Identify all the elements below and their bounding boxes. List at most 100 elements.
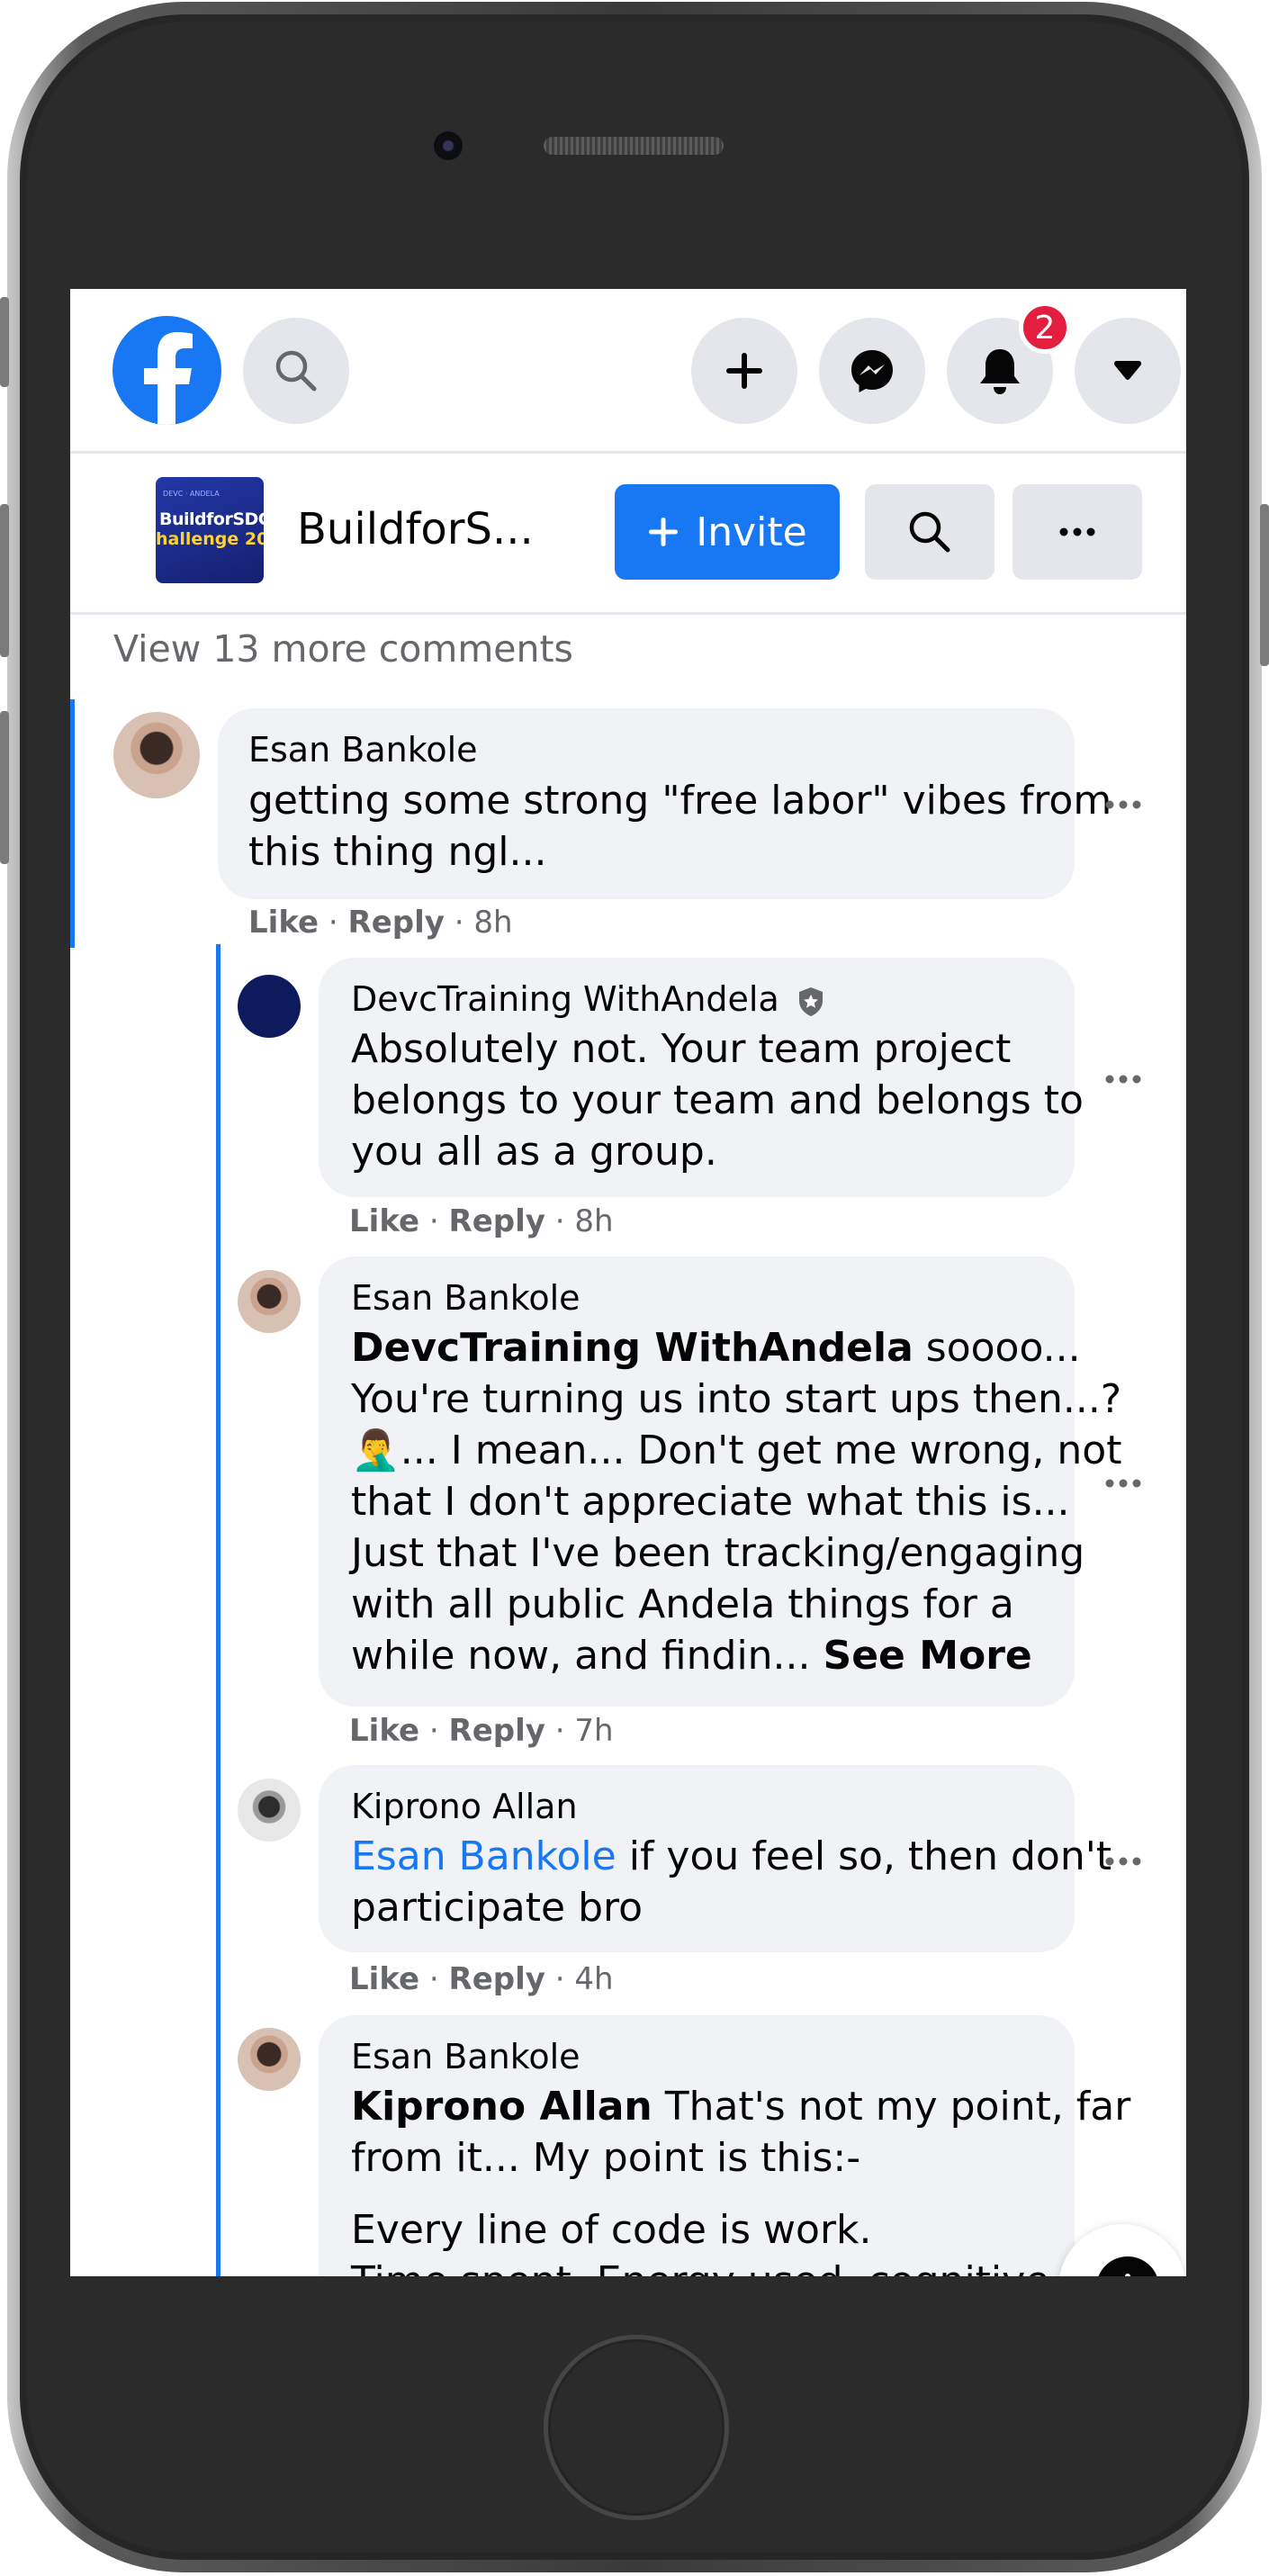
comment-bubble: Esan Bankole DevcTraining WithAndela soo… — [319, 1256, 1121, 1707]
group-thumb-title: BuildforSDG — [159, 509, 264, 529]
plus-icon — [1125, 2274, 1130, 2276]
comment-text: while now, and findin... — [351, 1633, 824, 1679]
search-button[interactable] — [243, 318, 349, 424]
mention-link[interactable]: Esan Bankole — [351, 1833, 616, 1879]
comment-author[interactable]: Esan Bankole — [248, 730, 478, 770]
avatar[interactable] — [238, 2028, 301, 2091]
like-link[interactable]: Like — [349, 1961, 419, 1997]
group-search-button[interactable] — [865, 484, 994, 580]
comment-options-button[interactable] — [1096, 1061, 1150, 1097]
reply-thread-line — [216, 944, 220, 2276]
comment-timestamp[interactable]: 8h — [574, 1203, 613, 1239]
group-cover-thumbnail[interactable]: DEVC · ANDELA BuildforSDG hallenge 2020 — [156, 477, 264, 583]
caret-down-icon — [1114, 361, 1141, 380]
comment-text-line: 🤦‍♂️... I mean... Don't get me wrong, no… — [351, 1428, 1122, 1473]
group-more-button[interactable] — [1012, 484, 1142, 580]
comment-text-line: that I don't appreciate what this is... — [351, 1479, 1070, 1525]
comment-options-button[interactable] — [1096, 1465, 1150, 1501]
comment-options-button[interactable] — [1096, 787, 1150, 823]
comment-text-line: You're turning us into start ups then...… — [351, 1376, 1122, 1422]
group-name[interactable]: BuildforS... — [297, 504, 534, 554]
comment-text-line: getting some strong "free labor" vibes f… — [248, 778, 1112, 824]
comment-author[interactable]: Kiprono Allan — [351, 1787, 578, 1826]
separator: · — [444, 905, 474, 941]
facebook-logo[interactable] — [112, 316, 221, 425]
comment-timestamp[interactable]: 7h — [574, 1713, 613, 1749]
comment-actions: Like · Reply · 8h — [349, 1203, 614, 1239]
see-more-link[interactable]: See More — [824, 1633, 1032, 1679]
comment-author[interactable]: Esan Bankole — [351, 1278, 580, 1318]
avatar[interactable] — [113, 712, 200, 798]
comment-text-line: this thing ngl... — [248, 829, 547, 875]
separator: · — [319, 905, 348, 941]
view-more-comments-link[interactable]: View 13 more comments — [113, 627, 573, 671]
separator: · — [419, 1203, 449, 1239]
floating-action-button[interactable] — [1058, 2224, 1186, 2276]
comment-actions: Like · Reply · 8h — [248, 905, 513, 941]
comment-timestamp[interactable]: 8h — [473, 905, 512, 941]
comment-text-line: while now, and findin... See More — [351, 1630, 1032, 1681]
power-button — [1260, 504, 1269, 666]
like-link[interactable]: Like — [248, 905, 319, 941]
more-dots-icon — [1105, 1479, 1141, 1488]
comment-bubble: Esan Bankole getting some strong "free l… — [218, 708, 1112, 899]
reply-link[interactable]: Reply — [449, 1961, 545, 1997]
app-screen: 2 DEVC · ANDELA BuildforSDG hallenge 202… — [70, 289, 1186, 2276]
comment-bubble: Esan Bankole Kiprono Allan That's not my… — [319, 2015, 1130, 2276]
notifications-count-badge: 2 — [1019, 302, 1071, 354]
invite-button[interactable]: Invite — [615, 484, 840, 580]
comment-text-line: participate bro — [351, 1885, 644, 1931]
comment-text-line: Esan Bankole if you feel so, then don't — [351, 1831, 1112, 1882]
more-dots-icon — [1105, 800, 1141, 809]
search-icon — [909, 511, 950, 553]
comment-text-line: Kiprono Allan That's not my point, far — [351, 2081, 1130, 2132]
comment-options-button[interactable] — [1096, 1843, 1150, 1879]
messenger-icon — [851, 350, 893, 392]
comment-text-line: from it... My point is this:- — [351, 2135, 861, 2181]
separator: · — [544, 1713, 575, 1749]
avatar[interactable] — [238, 1270, 301, 1333]
comment-bubble: Kiprono Allan Esan Bankole if you feel s… — [319, 1765, 1112, 1952]
more-dots-icon — [1059, 527, 1095, 536]
plus-icon — [649, 518, 679, 546]
comment-bubble: DevcTraining WithAndela Absolutely not. … — [319, 958, 1084, 1197]
home-button[interactable] — [544, 2335, 729, 2520]
create-button[interactable] — [691, 318, 797, 424]
plus-icon — [726, 353, 762, 389]
comment-text-line: Just that I've been tracking/engaging — [351, 1530, 1085, 1576]
group-thumb-caption: DEVC · ANDELA — [163, 490, 220, 498]
avatar[interactable] — [238, 1779, 301, 1842]
comment-timestamp[interactable]: 4h — [574, 1961, 613, 1997]
mention-link[interactable]: Kiprono Allan — [351, 2084, 652, 2130]
separator: · — [419, 1713, 449, 1749]
facebook-f-icon — [144, 332, 193, 425]
comment-text: soooo... — [913, 1325, 1081, 1371]
mention-link[interactable]: DevcTraining WithAndela — [351, 1325, 914, 1371]
search-icon — [275, 350, 317, 392]
reply-link[interactable]: Reply — [348, 905, 445, 941]
plus-circle-icon — [1096, 2256, 1159, 2276]
comment-author-name: DevcTraining WithAndela — [351, 979, 779, 1019]
account-menu-button[interactable] — [1075, 318, 1181, 424]
reply-link[interactable]: Reply — [449, 1713, 545, 1749]
more-dots-icon — [1105, 1857, 1141, 1866]
separator: · — [544, 1961, 575, 1997]
comment-actions: Like · Reply · 7h — [349, 1713, 614, 1749]
avatar[interactable] — [238, 975, 301, 1038]
separator: · — [419, 1961, 449, 1997]
comment-author[interactable]: Esan Bankole — [351, 2037, 580, 2076]
comment-text-line: belongs to your team and belongs to — [351, 1077, 1084, 1123]
silent-switch — [0, 297, 9, 387]
like-link[interactable]: Like — [349, 1713, 419, 1749]
front-camera — [434, 131, 463, 160]
shield-badge-icon — [798, 986, 823, 1016]
comment-text-line: DevcTraining WithAndela soooo... — [351, 1322, 1081, 1374]
reply-link[interactable]: Reply — [449, 1203, 545, 1239]
comment-text: if you feel so, then don't — [616, 1833, 1112, 1879]
like-link[interactable]: Like — [349, 1203, 419, 1239]
invite-button-label: Invite — [696, 509, 807, 555]
earpiece-speaker — [544, 137, 724, 155]
group-header-bar: DEVC · ANDELA BuildforSDG hallenge 2020 … — [70, 454, 1186, 615]
comment-author[interactable]: DevcTraining WithAndela — [351, 979, 824, 1019]
messenger-button[interactable] — [819, 318, 925, 424]
